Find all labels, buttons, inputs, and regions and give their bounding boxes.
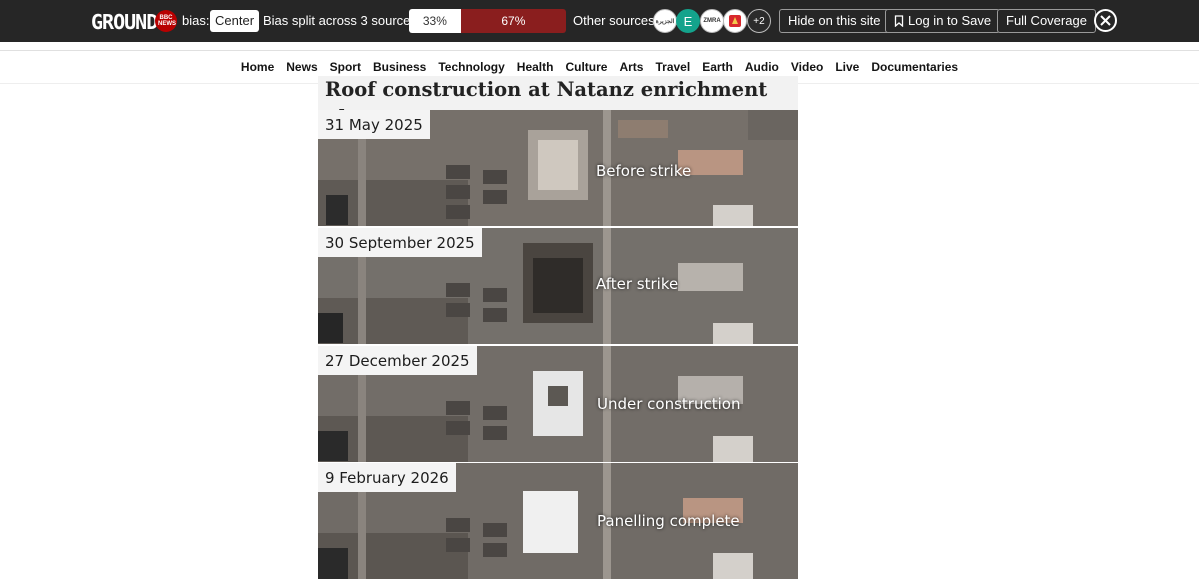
e-source-icon-text: E (683, 13, 693, 29)
bias-split-label: Bias split across 3 sources (263, 13, 417, 28)
left-percent: 33% (422, 14, 447, 28)
ground-news-logo[interactable]: GROUND (91, 10, 158, 34)
full-coverage-label: Full Coverage (1006, 13, 1087, 28)
panel-date-label: 30 September 2025 (318, 228, 482, 257)
close-icon (1100, 15, 1111, 26)
nav-item-video[interactable]: Video (785, 60, 829, 74)
red-logo-source-icon[interactable] (723, 9, 747, 33)
panel-caption: Under construction (597, 395, 741, 413)
bbc-news-source-icon[interactable]: BBC NEWS (155, 10, 177, 32)
bias-split-bar[interactable]: 33% 67% (409, 9, 566, 33)
nav-item-live[interactable]: Live (829, 60, 865, 74)
nav-item-news[interactable]: News (280, 60, 323, 74)
nav-item-home[interactable]: Home (235, 60, 280, 74)
panel-caption: Before strike (596, 162, 692, 180)
nav-item-documentaries[interactable]: Documentaries (865, 60, 964, 74)
panel-date-label: 27 December 2025 (318, 346, 477, 375)
login-to-save-label: Log in to Save (908, 13, 992, 28)
more-sources-count: +2 (753, 15, 765, 27)
nav-item-business[interactable]: Business (367, 60, 432, 74)
nav-item-technology[interactable]: Technology (432, 60, 510, 74)
graphic-title: Roof construction at Natanz enrichment p… (318, 76, 798, 110)
nav-item-earth[interactable]: Earth (696, 60, 739, 74)
login-to-save-button[interactable]: Log in to Save (885, 9, 1001, 33)
close-toolbar-button[interactable] (1094, 9, 1117, 32)
nav-item-arts[interactable]: Arts (613, 60, 649, 74)
nav-item-health[interactable]: Health (511, 60, 560, 74)
al-jazeera-icon-text: الجزيرة (655, 18, 675, 25)
red-logo-glyph (729, 15, 741, 27)
panel-caption: After strike (596, 275, 679, 293)
satellite-panel-before-strike: 31 May 2025 Before strike (318, 110, 798, 226)
bookmark-icon (894, 15, 904, 27)
nav-item-sport[interactable]: Sport (324, 60, 367, 74)
satellite-panel-after-strike: 30 September 2025 After strike (318, 228, 798, 344)
panel-caption: Panelling complete (597, 512, 740, 530)
full-coverage-button[interactable]: Full Coverage (997, 9, 1096, 33)
zmra-source-icon[interactable]: ZMRA (700, 9, 724, 33)
bias-label: bias: (182, 13, 210, 28)
al-jazeera-icon[interactable]: الجزيرة (653, 9, 677, 33)
panel-date-label: 31 May 2025 (318, 110, 430, 139)
nav-item-culture[interactable]: Culture (559, 60, 613, 74)
hide-on-site-button[interactable]: Hide on this site (779, 9, 890, 33)
other-sources-label: Other sources (573, 13, 655, 28)
ground-news-toolbar: GROUND BBC NEWS bias: Center Bias split … (0, 0, 1199, 42)
satellite-panel-panelling-complete: 9 February 2026 Panelling complete (318, 463, 798, 579)
zmra-source-icon-text: ZMRA (703, 18, 721, 24)
e-source-icon[interactable]: E (676, 9, 700, 33)
nav-item-audio[interactable]: Audio (739, 60, 785, 74)
panel-date-label: 9 February 2026 (318, 463, 456, 492)
more-sources-badge[interactable]: +2 (747, 9, 771, 33)
bias-rating-badge[interactable]: Center (210, 10, 260, 32)
bias-split-right-segment: 67% (460, 9, 566, 33)
right-percent: 67% (501, 14, 526, 28)
source-badge-text: BBC NEWS (158, 15, 176, 27)
hide-on-site-label: Hide on this site (788, 13, 881, 28)
satellite-panel-under-construction: 27 December 2025 Under construction (318, 346, 798, 462)
nav-item-travel[interactable]: Travel (649, 60, 696, 74)
bias-split-left-segment: 33% (409, 9, 461, 33)
